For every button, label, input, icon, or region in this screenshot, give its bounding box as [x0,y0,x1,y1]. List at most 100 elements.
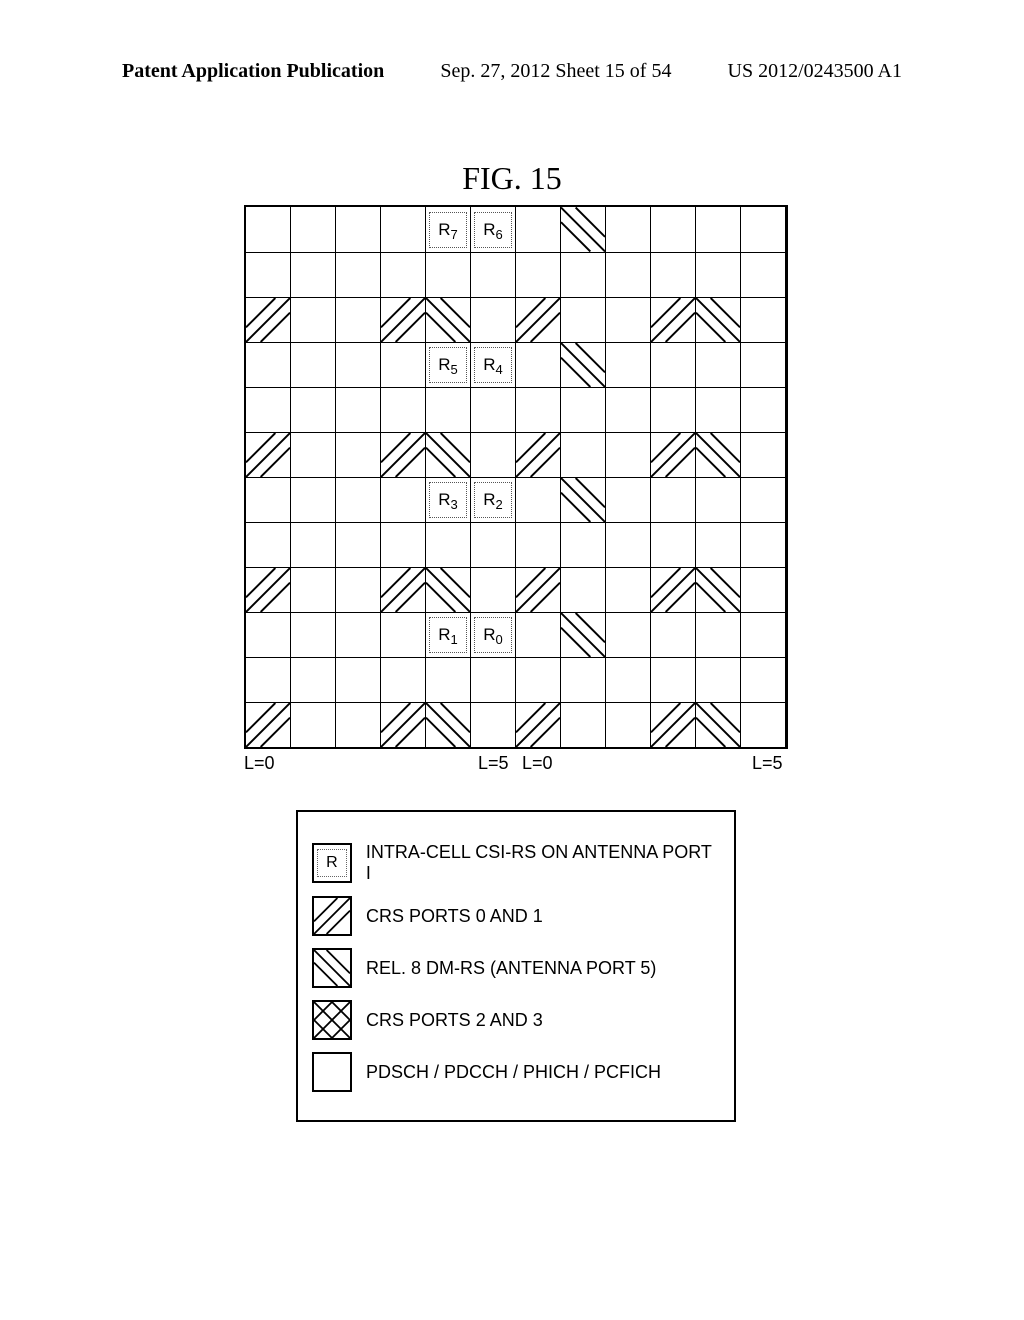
grid-cell [516,387,561,432]
grid-cell [561,297,606,342]
grid-cell [336,432,381,477]
grid-cell [336,612,381,657]
grid-cell [741,252,786,297]
grid-cell [741,477,786,522]
resource-grid: R7R6R5R4R3R2R1R0 L=0 L=5 L=0 L=5 [244,205,788,773]
grid-cell [336,297,381,342]
grid-cell [561,702,606,747]
figure-title: FIG. 15 [462,160,562,197]
grid-cell [426,522,471,567]
grid-cell [651,657,696,702]
grid-cell [246,522,291,567]
crs-cell [651,432,696,477]
grid-cell [336,252,381,297]
grid-cell [471,657,516,702]
legend: R INTRA-CELL CSI-RS ON ANTENNA PORT I CR… [296,810,736,1122]
dmrs-cell [561,207,606,252]
legend-swatch-csi-rs: R [312,843,352,883]
legend-label: REL. 8 DM-RS (ANTENNA PORT 5) [366,958,656,979]
dmrs-cell [696,297,741,342]
grid-cell [651,522,696,567]
grid-cell [606,657,651,702]
csi-rs-cell: R5 [426,342,471,387]
grid-cell [471,432,516,477]
grid-cell [516,657,561,702]
grid-cell [696,207,741,252]
crs-cell [651,297,696,342]
grid-cell [606,432,651,477]
legend-label: CRS PORTS 2 AND 3 [366,1010,543,1031]
grid-cell [336,387,381,432]
grid-cell [696,612,741,657]
grid-cell [426,387,471,432]
grid-cell [471,522,516,567]
grid-cell [741,612,786,657]
csi-rs-cell: R6 [471,207,516,252]
legend-swatch-pdsch [312,1052,352,1092]
grid-cell [381,207,426,252]
grid-cell [741,567,786,612]
grid-cell [291,207,336,252]
grid-cell [246,387,291,432]
crs-cell [516,567,561,612]
dmrs-cell [696,567,741,612]
grid-cell [651,477,696,522]
grid-cell [246,207,291,252]
grid-cell [696,477,741,522]
grid-cell [246,657,291,702]
dmrs-cell [561,342,606,387]
grid-cell [381,342,426,387]
grid-cell [336,342,381,387]
axis-label-l5-right: L=5 [752,753,783,774]
crs-cell [516,297,561,342]
grid-cell [336,522,381,567]
crs-cell [246,432,291,477]
grid-cell [381,522,426,567]
grid-cell [471,297,516,342]
grid-cell [516,207,561,252]
crs-cell [516,702,561,747]
grid-cell [426,252,471,297]
grid-cell [606,252,651,297]
grid-cell [606,567,651,612]
legend-item-crs01: CRS PORTS 0 AND 1 [312,896,720,936]
grid-cell [606,612,651,657]
crs-cell [381,567,426,612]
crs-cell [246,702,291,747]
grid-cell [336,477,381,522]
grid-cell [246,252,291,297]
grid-cell [561,522,606,567]
grid-cell [606,477,651,522]
csi-rs-cell: R0 [471,612,516,657]
grid-cell [471,387,516,432]
grid-cell [381,477,426,522]
grid-cell [741,432,786,477]
grid-cell [291,342,336,387]
grid-cell [651,387,696,432]
legend-swatch-dmrs [312,948,352,988]
dmrs-cell [696,432,741,477]
grid-cell [741,702,786,747]
grid-cell [741,297,786,342]
grid-cell [561,387,606,432]
axis-label-l0-left: L=0 [244,753,275,774]
axis-label-l0-right: L=0 [522,753,553,774]
grid-cell [291,297,336,342]
grid-cell [696,387,741,432]
grid-cell [606,297,651,342]
dmrs-cell [561,477,606,522]
grid-cell [696,657,741,702]
crs-cell [246,567,291,612]
grid-cell [561,432,606,477]
grid-cell [561,657,606,702]
legend-item-csi-rs: R INTRA-CELL CSI-RS ON ANTENNA PORT I [312,842,720,884]
grid-cell [291,567,336,612]
dmrs-cell [696,702,741,747]
grid-cell [291,657,336,702]
dmrs-cell [426,702,471,747]
grid-cell [606,207,651,252]
grid-cell [516,522,561,567]
dmrs-cell [426,432,471,477]
grid-cell [291,477,336,522]
grid-cell [471,702,516,747]
